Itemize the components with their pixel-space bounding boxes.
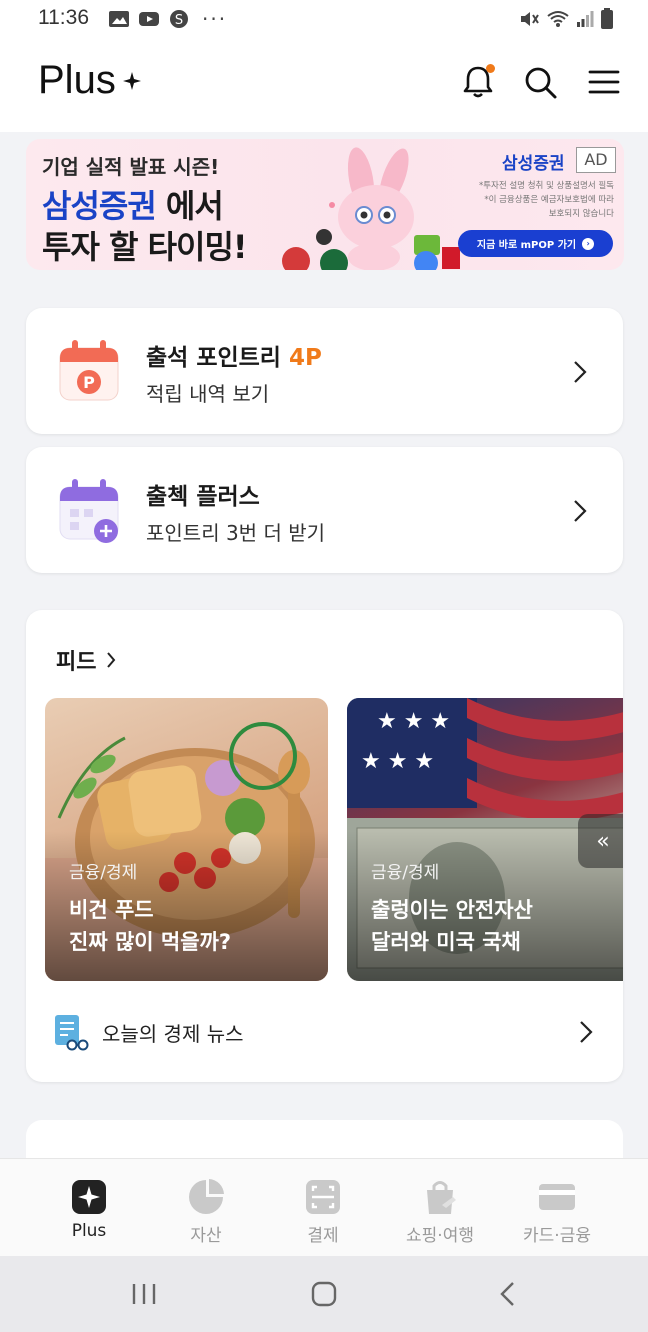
app-header: Plus	[0, 40, 648, 132]
status-bar: 11:36 S ···	[0, 0, 648, 40]
ad-headline-2: 삼성증권 에서	[42, 181, 224, 227]
ad-brand: 삼성증권	[502, 154, 565, 174]
nav-tab-assets[interactable]: 자산	[151, 1177, 261, 1246]
logo-text: Plus	[38, 58, 116, 102]
arrow-right-icon: ›	[582, 237, 595, 250]
menu-button[interactable]	[584, 62, 624, 102]
recent-apps-button[interactable]	[130, 1280, 158, 1308]
home-button[interactable]	[310, 1280, 338, 1308]
ad-disclaimer: *투자전 설명 청취 및 상품설명서 필독 *이 금융상품은 예금자보호법에 따…	[452, 179, 614, 221]
mascot-illustration	[282, 147, 460, 270]
tile-headline: 출렁이는 안전자산	[371, 898, 533, 922]
chevron-right-icon	[574, 500, 587, 522]
attendance-points-card[interactable]: P 출석 포인트리 4P 적립 내역 보기	[26, 308, 623, 434]
notification-icons: S ···	[108, 9, 227, 29]
card-icon	[539, 1184, 575, 1210]
feed-title-link[interactable]: 피드	[56, 644, 116, 676]
ad-headline-suffix: 에서	[155, 187, 224, 225]
chevron-right-icon	[580, 1021, 593, 1043]
shopping-bag-icon	[427, 1181, 456, 1214]
search-button[interactable]	[520, 62, 560, 102]
chevron-right-icon	[107, 652, 116, 668]
ad-headline-3: 투자 할 타이밍!	[42, 228, 248, 266]
attendance-title: 출석 포인트리 4P	[146, 338, 322, 372]
attendance-title-text: 출석 포인트리	[146, 345, 281, 371]
economy-news-link[interactable]: 오늘의 경제 뉴스	[52, 1012, 597, 1052]
search-icon	[525, 67, 557, 99]
nav-label: 결제	[307, 1226, 339, 1246]
wifi-icon	[547, 11, 569, 27]
disclaimer-line: *이 금융상품은 예금자보호법에 따라	[484, 195, 614, 205]
tile-headline: 진짜 많이 먹을까?	[69, 930, 232, 954]
disclaimer-line: 보호되지 않습니다	[548, 209, 614, 219]
notification-dot	[486, 64, 495, 73]
svg-text:★ ★ ★: ★ ★ ★	[361, 749, 434, 774]
plus-logo[interactable]: Plus	[38, 58, 142, 103]
system-navigation-bar	[0, 1256, 648, 1332]
hamburger-menu-icon	[588, 70, 620, 94]
feed-scroll-button[interactable]: «	[578, 814, 623, 868]
svg-text:P: P	[83, 373, 95, 392]
check-plus-card[interactable]: 출첵 플러스 포인트리 3번 더 받기	[26, 447, 623, 573]
chevron-right-icon	[574, 361, 587, 383]
nav-tab-plus[interactable]: Plus	[34, 1177, 144, 1241]
svg-text:★ ★ ★: ★ ★ ★	[377, 709, 450, 734]
youtube-icon	[139, 12, 159, 26]
signal-icon	[577, 11, 594, 27]
ad-cta-button[interactable]: 지금 바로 mPOP 가기 ›	[458, 230, 613, 257]
svg-text:S: S	[175, 13, 183, 28]
system-status-icons	[518, 8, 614, 30]
bottom-navigation: Plus 자산 결제 쇼핑·여행 카드·금융	[0, 1158, 648, 1256]
nav-label: 쇼핑·여행	[406, 1226, 474, 1246]
status-time: 11:36	[38, 6, 89, 29]
pie-chart-icon	[189, 1179, 224, 1214]
calendar-point-icon: P	[59, 340, 119, 401]
calendar-plus-icon	[59, 479, 119, 543]
check-plus-title: 출첵 플러스	[146, 484, 260, 510]
attendance-points: 4P	[288, 345, 322, 371]
sparkle-icon	[122, 71, 141, 90]
tile-category: 금융/경제	[371, 863, 440, 883]
nav-tab-payment[interactable]: 결제	[268, 1177, 378, 1246]
back-button[interactable]	[494, 1280, 522, 1308]
ad-banner[interactable]: 기업 실적 발표 시즌! 삼성증권 에서 투자 할 타이밍! 삼성증권 AD *…	[26, 139, 624, 270]
nav-label: 카드·금융	[523, 1226, 591, 1246]
check-plus-subtitle: 포인트리 3번 더 받기	[146, 521, 325, 545]
more-notifications-icon: ···	[202, 7, 228, 31]
tile-category: 금융/경제	[69, 863, 138, 883]
nav-label: 자산	[190, 1226, 222, 1246]
feed-title: 피드	[56, 650, 97, 675]
mute-icon	[521, 12, 539, 26]
attendance-subtitle: 적립 내역 보기	[146, 382, 270, 406]
feed-tile[interactable]: 금융/경제 비건 푸드 진짜 많이 먹을까?	[45, 698, 328, 981]
ad-tag: AD	[576, 147, 616, 173]
nav-tab-shopping-travel[interactable]: 쇼핑·여행	[385, 1177, 495, 1246]
ad-cta-label: 지금 바로 mPOP 가기	[476, 240, 577, 251]
s-app-icon: S	[170, 10, 188, 28]
nav-tab-card-finance[interactable]: 카드·금융	[502, 1177, 612, 1246]
plus-sparkle-icon	[72, 1180, 106, 1214]
news-reading-icon	[55, 1015, 89, 1051]
feed-section: 피드 금융/경제 비건 푸드 진짜 많이 먹을까? ★ ★ ★ ★ ★ ★ 금융…	[26, 610, 623, 1082]
disclaimer-line: *투자전 설명 청취 및 상품설명서 필독	[478, 181, 614, 191]
nav-label: Plus	[71, 1221, 107, 1241]
economy-news-label: 오늘의 경제 뉴스	[102, 1021, 244, 1046]
scan-icon	[306, 1180, 340, 1214]
ad-headline-brand: 삼성증권	[42, 187, 157, 225]
gallery-icon	[109, 11, 129, 27]
tile-headline: 달러와 미국 국채	[371, 930, 521, 954]
notification-bell-button[interactable]	[458, 62, 498, 102]
ad-headline-1: 기업 실적 발표 시즌!	[42, 155, 220, 179]
battery-icon	[601, 8, 613, 29]
tile-headline: 비건 푸드	[69, 898, 154, 922]
